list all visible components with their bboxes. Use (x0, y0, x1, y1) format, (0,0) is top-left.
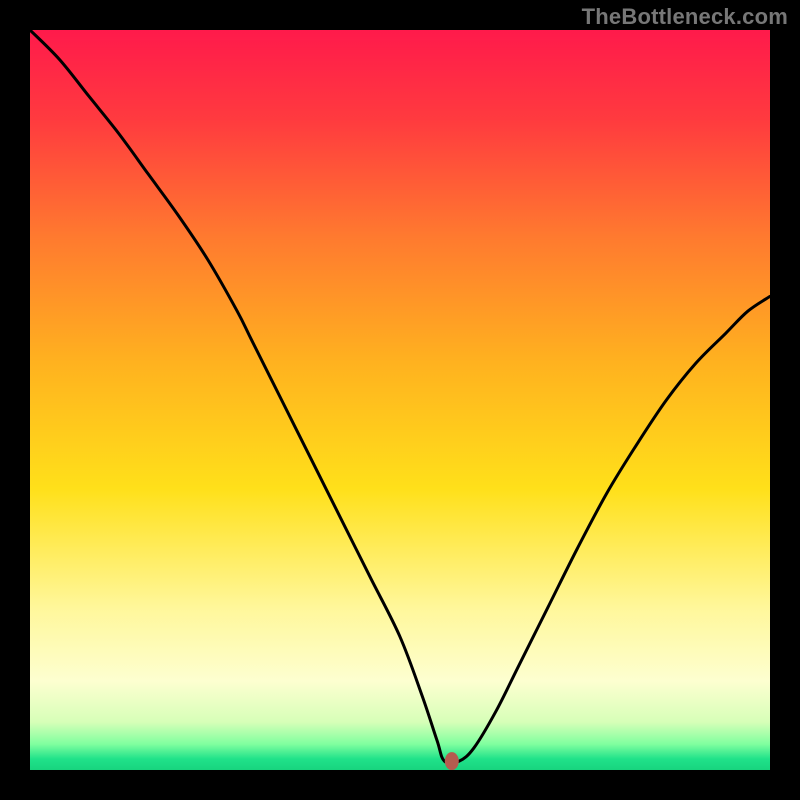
attribution-label: TheBottleneck.com (582, 4, 788, 30)
optimal-point-marker (445, 752, 459, 770)
chart-frame: TheBottleneck.com (0, 0, 800, 800)
bottleneck-chart (30, 30, 770, 770)
plot-background (30, 30, 770, 770)
